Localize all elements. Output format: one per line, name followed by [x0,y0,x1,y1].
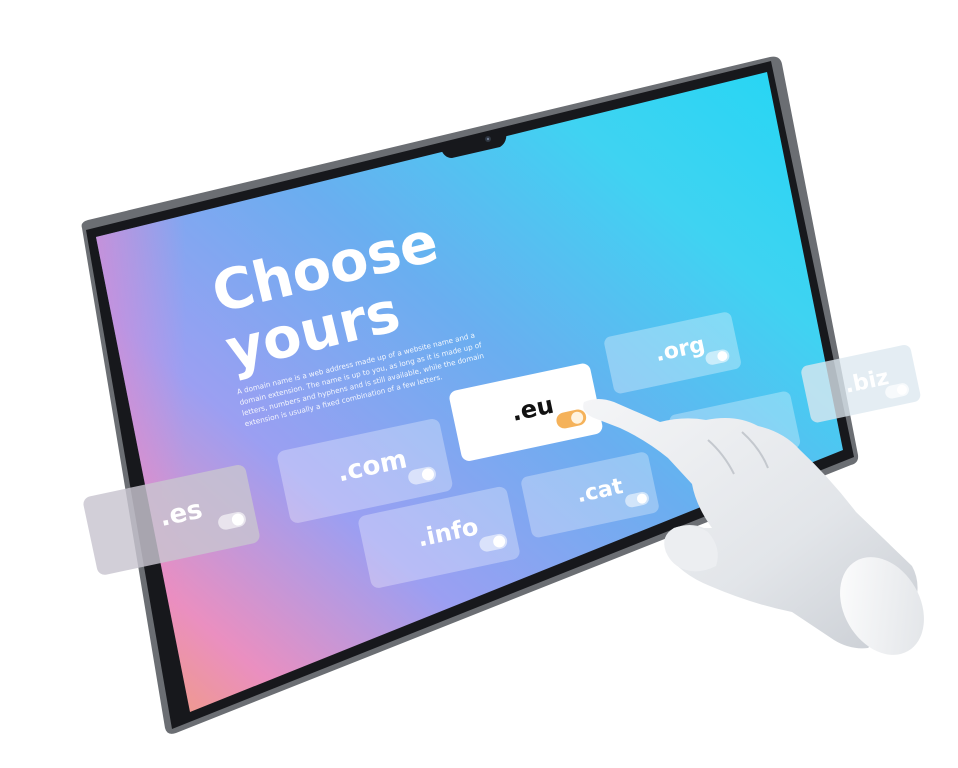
front-camera-icon [485,136,491,142]
tablet-scene: Choose yours A domain name is a web addr… [81,56,924,734]
